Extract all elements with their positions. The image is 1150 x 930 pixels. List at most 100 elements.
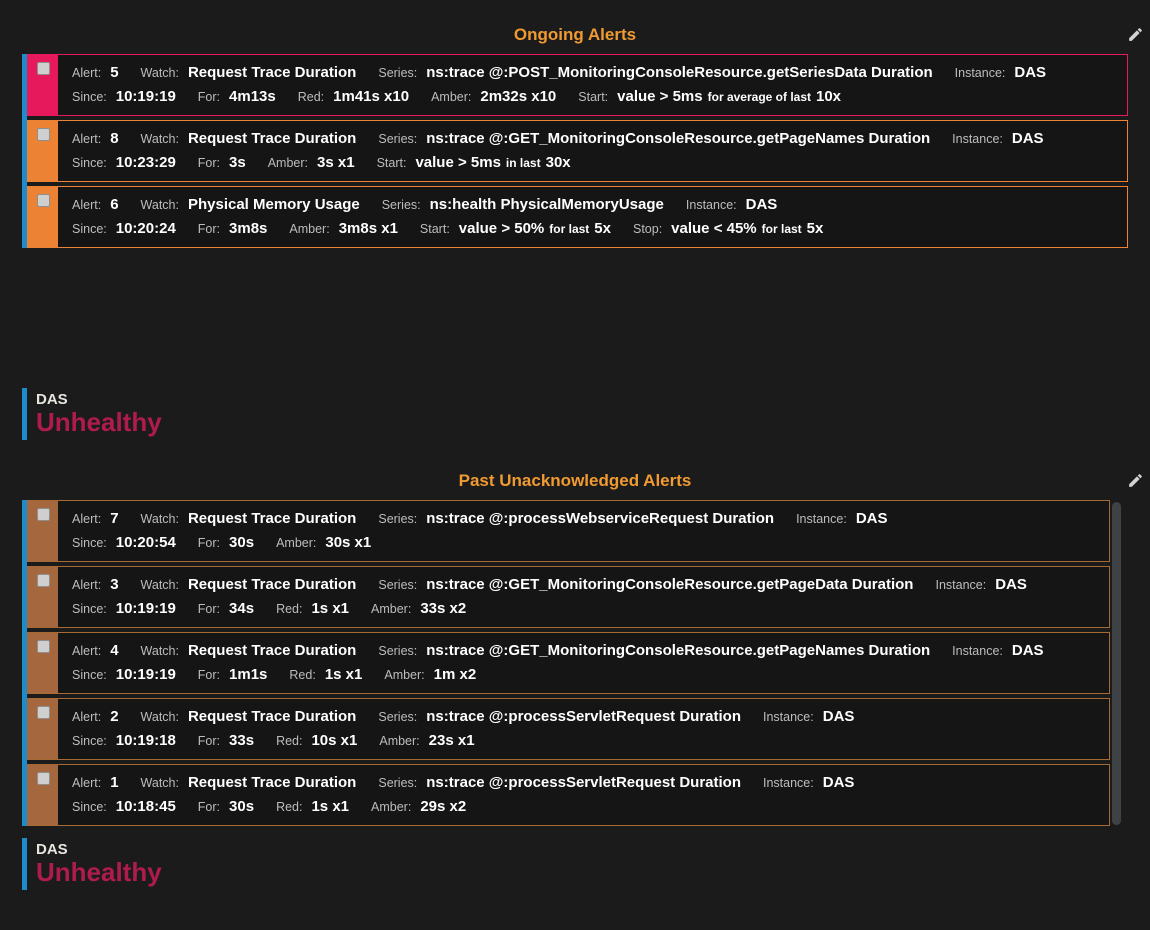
field-label: For: bbox=[198, 668, 220, 682]
field-value: 4 bbox=[110, 642, 118, 659]
alert-field: Alert:3 bbox=[72, 576, 119, 593]
alert-field: Alert:1 bbox=[72, 774, 119, 791]
field-value: Request Trace Duration bbox=[188, 642, 356, 659]
alert-select-checkbox[interactable] bbox=[37, 772, 50, 785]
instance-name: DAS bbox=[36, 841, 1128, 858]
field-value: 1m41s x10 bbox=[333, 88, 409, 105]
field-value: Request Trace Duration bbox=[188, 510, 356, 527]
field-label: Stop: bbox=[633, 222, 662, 236]
alert-select-checkbox[interactable] bbox=[37, 508, 50, 521]
field-value: 1s x1 bbox=[311, 798, 349, 815]
alert-field: For:3s bbox=[198, 154, 246, 171]
field-label: Instance: bbox=[952, 132, 1003, 146]
field-label: Watch: bbox=[141, 644, 179, 658]
field-value: 30x bbox=[546, 154, 571, 171]
field-label: For: bbox=[198, 536, 220, 550]
field-label: Instance: bbox=[796, 512, 847, 526]
alert-row: Alert:3 Watch:Request Trace Duration Serie… bbox=[27, 566, 1110, 628]
alert-detail-line: Alert: 4 Watch: Request Trace Duration Serie… bbox=[72, 639, 1101, 663]
alert-field: Alert:6 bbox=[72, 196, 119, 213]
field-value: value > 50% bbox=[459, 220, 544, 237]
field-value: ns:trace @:GET_MonitoringConsoleResource… bbox=[426, 576, 913, 593]
alert-field: Alert: 4 bbox=[72, 642, 119, 659]
field-label: Instance: bbox=[763, 710, 814, 724]
field-label: Series: bbox=[378, 776, 417, 790]
alert-select-checkbox[interactable] bbox=[37, 706, 50, 719]
alert-detail-line: Alert:7Watch:Request Trace DurationSerie… bbox=[72, 507, 1101, 531]
alert-detail-line: Since:10:19:19For:1m1sRed:1s x1Amber:1m … bbox=[72, 663, 1101, 687]
alert-field: Watch:Request Trace Duration bbox=[141, 64, 357, 81]
field-label: Since: bbox=[72, 156, 107, 170]
field-label: Series: bbox=[378, 132, 417, 146]
field-value: 10:18:45 bbox=[116, 798, 176, 815]
alert-field: For:1m1s bbox=[198, 666, 268, 683]
field-value: 3m8s x1 bbox=[339, 220, 398, 237]
field-value: 10:20:24 bbox=[116, 220, 176, 237]
field-value: value < 45% bbox=[671, 220, 756, 237]
field-value: 10:19:19 bbox=[116, 88, 176, 105]
alert-select-checkbox[interactable] bbox=[37, 640, 50, 653]
alert-field: Start:value > 5msfor average of last10x bbox=[578, 88, 841, 105]
field-value: DAS bbox=[856, 510, 888, 527]
alert-field: Series:ns:health PhysicalMemoryUsage bbox=[382, 196, 664, 213]
alert-field: Amber:2m32s x10 bbox=[431, 88, 556, 105]
alert-row: Alert:5Watch:Request Trace DurationSerie… bbox=[27, 54, 1128, 116]
field-label: Amber: bbox=[384, 668, 424, 682]
alert-select-checkbox[interactable] bbox=[37, 574, 50, 587]
alert-field: Series:ns:trace @:GET_MonitoringConsoleR… bbox=[378, 576, 913, 593]
field-value: 1m x2 bbox=[434, 666, 477, 683]
alert-row: Alert:7Watch:Request Trace DurationSerie… bbox=[27, 500, 1110, 562]
alert-field: Watch:Request Trace Duration bbox=[141, 576, 357, 593]
alert-field: Amber:23s x1 bbox=[379, 732, 474, 749]
field-qualifier: for average of last bbox=[708, 90, 811, 104]
field-value: DAS bbox=[1012, 642, 1044, 659]
edit-section-button[interactable] bbox=[1127, 471, 1145, 489]
instance-health-status: Unhealthy bbox=[36, 408, 1128, 437]
alert-field: Watch:Request Trace Duration bbox=[141, 774, 357, 791]
alert-field: Since:10:19:18 bbox=[72, 732, 176, 749]
severity-color-block bbox=[28, 501, 58, 561]
field-label: Alert: bbox=[72, 644, 101, 658]
field-value: DAS bbox=[995, 576, 1027, 593]
alert-details: Alert:5Watch:Request Trace DurationSerie… bbox=[58, 55, 1127, 115]
field-label: Watch: bbox=[141, 512, 179, 526]
alert-details: Alert:2Watch:Request Trace DurationSerie… bbox=[58, 699, 1109, 759]
alert-select-checkbox[interactable] bbox=[37, 62, 50, 75]
field-value: 1 bbox=[110, 774, 118, 791]
field-label: Start: bbox=[377, 156, 407, 170]
field-label: Red: bbox=[276, 800, 302, 814]
edit-section-button[interactable] bbox=[1127, 25, 1145, 43]
alert-field: Series:ns:trace @:GET_MonitoringConsoleR… bbox=[378, 642, 930, 659]
alert-field: Red:1s x1 bbox=[289, 666, 362, 683]
field-label: Instance: bbox=[686, 198, 737, 212]
alert-detail-line: Since:10:19:19For:34sRed:1s x1Amber:33s … bbox=[72, 597, 1101, 621]
field-value: 7 bbox=[110, 510, 118, 527]
field-label: Series: bbox=[378, 644, 417, 658]
field-value: 5 bbox=[110, 64, 118, 81]
field-value: 4m13s bbox=[229, 88, 276, 105]
field-label: Alert: bbox=[72, 512, 101, 526]
vertical-scrollbar[interactable] bbox=[1112, 502, 1121, 825]
field-value: 1s x1 bbox=[311, 600, 349, 617]
alert-detail-line: Alert:6Watch:Physical Memory UsageSeries… bbox=[72, 193, 1119, 217]
field-value: DAS bbox=[746, 196, 778, 213]
past-alerts-header: Past Unacknowledged Alerts bbox=[22, 470, 1128, 492]
alert-select-checkbox[interactable] bbox=[37, 128, 50, 141]
alert-row: Alert:1 Watch:Request Trace Duration Serie… bbox=[27, 764, 1110, 826]
field-value: ns:trace @:POST_MonitoringConsoleResourc… bbox=[426, 64, 932, 81]
alert-row: Alert: 4 Watch: Request Trace Duration Serie… bbox=[27, 632, 1110, 694]
instance-health-status: Unhealthy bbox=[36, 858, 1128, 887]
past-alerts-list: Alert: 7 Watch: Request Trace Duration Serie… bbox=[22, 500, 1128, 826]
field-value: 3m8s bbox=[229, 220, 267, 237]
past-alerts-section: Past Unacknowledged Alerts Alert: 7 Watch:… bbox=[0, 470, 1150, 826]
alert-field: Red: 1s x1 bbox=[276, 798, 349, 815]
field-label: Series: bbox=[378, 66, 417, 80]
field-qualifier: for last bbox=[762, 222, 802, 236]
field-value: 29s x2 bbox=[420, 798, 466, 815]
field-value: 5x bbox=[594, 220, 611, 237]
alert-field: Watch: Request Trace Duration bbox=[141, 510, 357, 527]
field-value: 10:23:29 bbox=[116, 154, 176, 171]
field-label: For: bbox=[198, 90, 220, 104]
alert-select-checkbox[interactable] bbox=[37, 194, 50, 207]
alert-field: Watch:Request Trace Duration bbox=[141, 708, 357, 725]
